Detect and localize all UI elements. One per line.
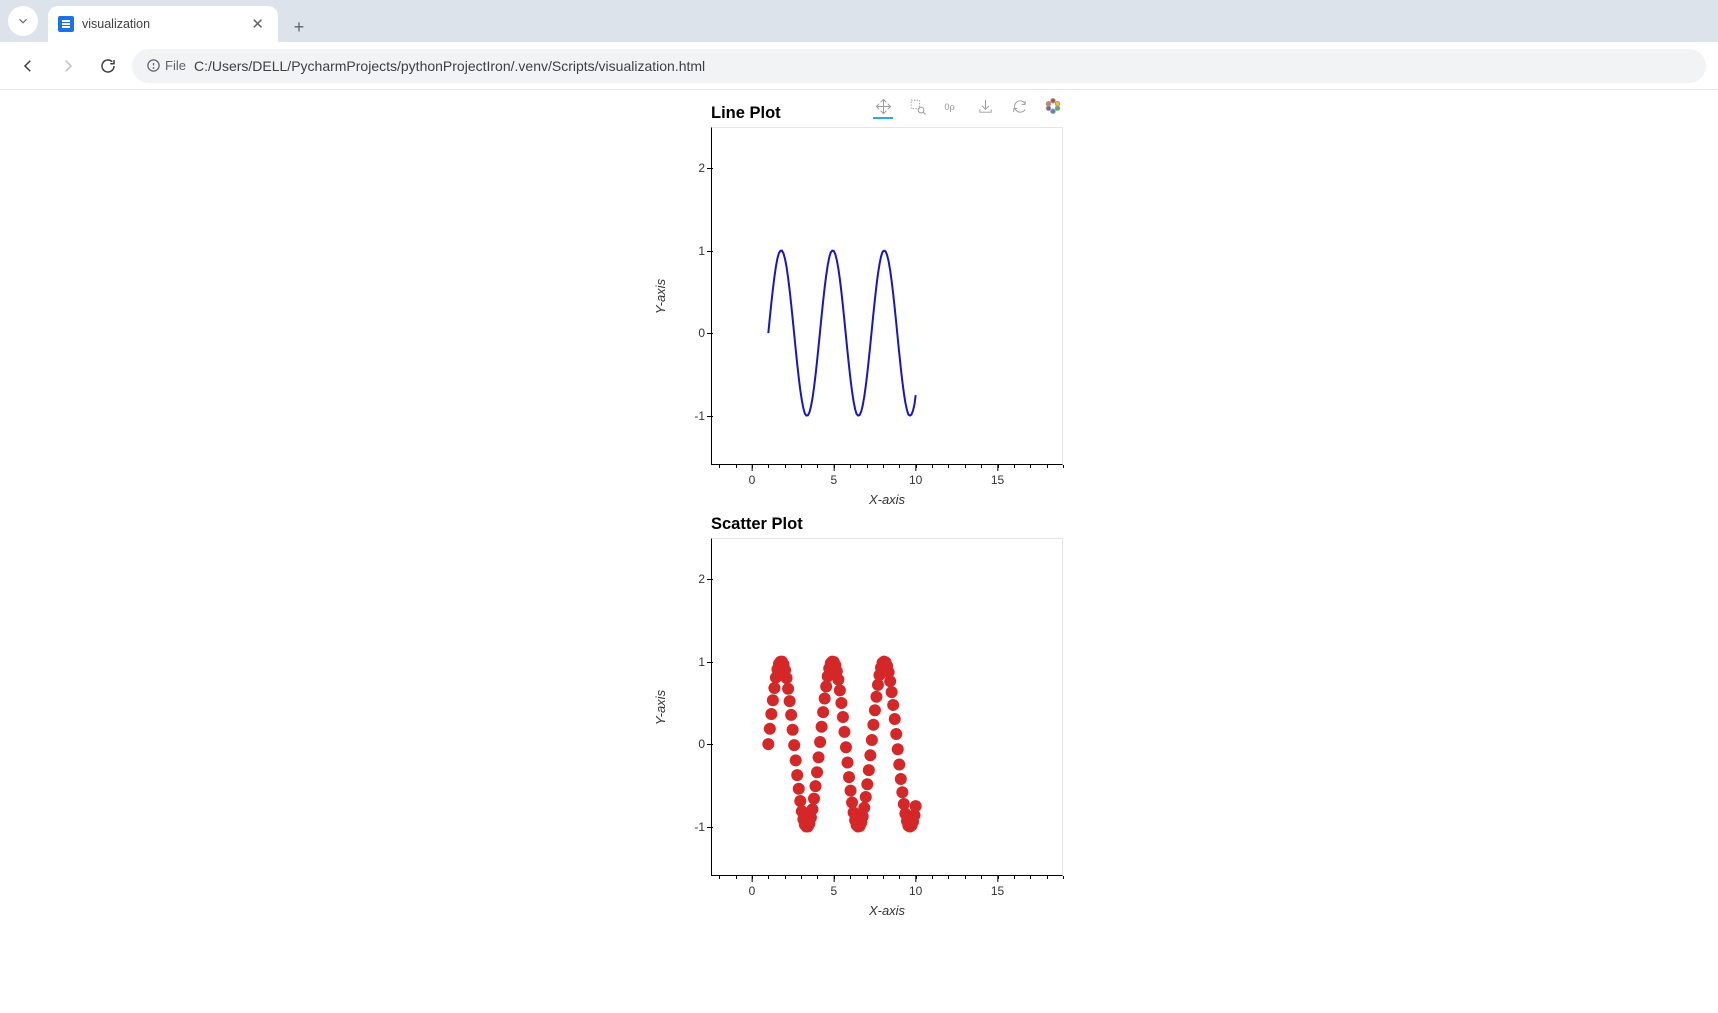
tab-search-button[interactable] <box>8 6 38 36</box>
scatter-plot-canvas <box>711 538 1063 876</box>
pan-tool-icon[interactable] <box>873 97 893 119</box>
line-plot[interactable]: Y-axis X-axis -1012051015 <box>655 127 1063 507</box>
tab-strip: visualization ✕ + <box>0 0 1718 42</box>
line-plot-xaxis-label: X-axis <box>711 492 1063 507</box>
reload-button[interactable] <box>92 50 124 82</box>
protocol-label: File <box>165 58 186 73</box>
url-protocol: File <box>146 58 186 73</box>
scatter-plot-title: Scatter Plot <box>711 515 1063 534</box>
reset-tool-icon[interactable] <box>1009 97 1029 119</box>
svg-text:0ρ: 0ρ <box>944 102 954 112</box>
tab-title: visualization <box>82 17 150 31</box>
plot-column: 0ρ Line Plot Y-axis <box>655 96 1063 918</box>
line-plot-canvas <box>711 127 1063 465</box>
wheel-zoom-tool-icon[interactable]: 0ρ <box>941 97 961 119</box>
scatter-plot[interactable]: Y-axis X-axis -1012051015 <box>655 538 1063 918</box>
save-tool-icon[interactable] <box>975 97 995 119</box>
page-content: 0ρ Line Plot Y-axis <box>0 90 1718 918</box>
box-zoom-tool-icon[interactable] <box>907 97 927 119</box>
forward-button[interactable] <box>52 50 84 82</box>
url-text: C:/Users/DELL/PycharmProjects/pythonProj… <box>194 58 705 74</box>
browser-tab[interactable]: visualization ✕ <box>48 6 278 42</box>
new-tab-button[interactable]: + <box>284 12 314 42</box>
url-bar[interactable]: File C:/Users/DELL/PycharmProjects/pytho… <box>132 49 1706 83</box>
address-bar: File C:/Users/DELL/PycharmProjects/pytho… <box>0 42 1718 90</box>
close-tab-icon[interactable]: ✕ <box>247 15 268 33</box>
back-button[interactable] <box>12 50 44 82</box>
plot-toolbar: 0ρ <box>873 94 1063 122</box>
favicon-icon <box>58 16 74 32</box>
bokeh-logo-icon[interactable] <box>1043 97 1063 119</box>
scatter-plot-xaxis-label: X-axis <box>711 903 1063 918</box>
browser-chrome: visualization ✕ + File C:/Users/DELL/Pyc… <box>0 0 1718 90</box>
